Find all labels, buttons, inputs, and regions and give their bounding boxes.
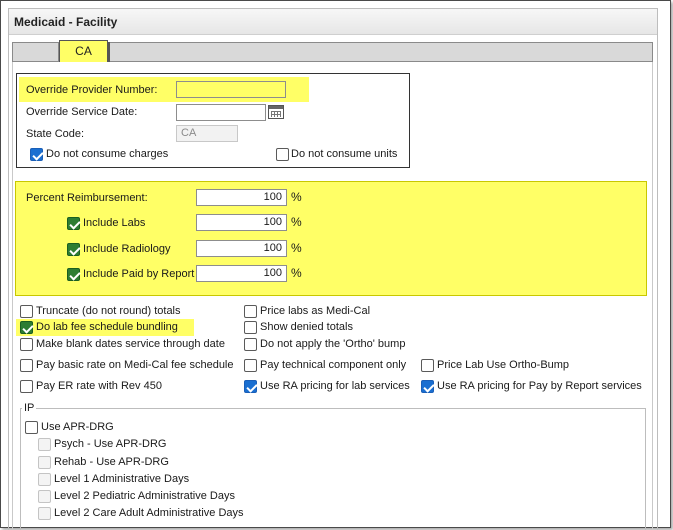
include-labs-label: Include Labs bbox=[83, 217, 146, 229]
show-denied-label: Show denied totals bbox=[260, 321, 353, 333]
consume-units-checkbox[interactable] bbox=[276, 148, 289, 161]
rehab-checkbox[interactable] bbox=[38, 456, 51, 469]
ra-lab-checkbox[interactable] bbox=[244, 380, 257, 393]
psych-checkbox[interactable] bbox=[38, 438, 51, 451]
price-labs-checkbox[interactable] bbox=[244, 305, 257, 318]
consume-charges-label: Do not consume charges bbox=[46, 148, 169, 160]
lab-bundling-checkbox[interactable] bbox=[20, 321, 33, 334]
show-denied-checkbox[interactable] bbox=[244, 321, 257, 334]
include-radiology-label: Include Radiology bbox=[83, 243, 171, 255]
level1-label: Level 1 Administrative Days bbox=[54, 473, 190, 485]
service-date-label: Override Service Date: bbox=[26, 106, 138, 118]
level2-ped-checkbox[interactable] bbox=[38, 490, 51, 503]
tab-strip-filler bbox=[108, 42, 653, 62]
include-paid-by-report-input[interactable]: 100 bbox=[196, 265, 287, 282]
price-labs-label: Price labs as Medi-Cal bbox=[260, 305, 371, 317]
level2-adult-label: Level 2 Care Adult Administrative Days bbox=[54, 507, 244, 519]
tab-ca[interactable]: CA bbox=[59, 40, 108, 62]
ortho-bump-checkbox[interactable] bbox=[244, 338, 257, 351]
basic-rate-label: Pay basic rate on Medi-Cal fee schedule bbox=[36, 359, 234, 371]
level1-checkbox[interactable] bbox=[38, 473, 51, 486]
ra-report-label: Use RA pricing for Pay by Report service… bbox=[437, 380, 642, 392]
ra-lab-label: Use RA pricing for lab services bbox=[260, 380, 410, 392]
lab-bundling-label: Do lab fee schedule bundling bbox=[36, 321, 178, 333]
include-labs-checkbox[interactable] bbox=[67, 217, 80, 230]
price-lab-ortho-label: Price Lab Use Ortho-Bump bbox=[437, 359, 570, 371]
page-title: Medicaid - Facility bbox=[14, 15, 118, 29]
consume-charges-checkbox[interactable] bbox=[30, 148, 43, 161]
ra-report-checkbox[interactable] bbox=[421, 380, 434, 393]
labs-unit: % bbox=[291, 215, 302, 229]
paid-by-report-unit: % bbox=[291, 266, 302, 280]
er-rate-label: Pay ER rate with Rev 450 bbox=[36, 380, 162, 392]
include-radiology-checkbox[interactable] bbox=[67, 243, 80, 256]
include-radiology-input[interactable]: 100 bbox=[196, 240, 287, 257]
rehab-label: Rehab - Use APR-DRG bbox=[54, 456, 169, 468]
tab-blank[interactable] bbox=[12, 42, 59, 62]
psych-label: Psych - Use APR-DRG bbox=[54, 438, 167, 450]
consume-units-label: Do not consume units bbox=[291, 148, 398, 160]
service-date-input[interactable] bbox=[176, 104, 266, 121]
blank-dates-checkbox[interactable] bbox=[20, 338, 33, 351]
radiology-unit: % bbox=[291, 241, 302, 255]
provider-number-input[interactable] bbox=[176, 81, 286, 98]
apr-drg-checkbox[interactable] bbox=[25, 421, 38, 434]
technical-checkbox[interactable] bbox=[244, 359, 257, 372]
er-rate-checkbox[interactable] bbox=[20, 380, 33, 393]
include-labs-input[interactable]: 100 bbox=[196, 214, 287, 231]
blank-dates-label: Make blank dates service through date bbox=[36, 338, 225, 350]
technical-label: Pay technical component only bbox=[260, 359, 407, 371]
percent-reimbursement-input[interactable]: 100 bbox=[196, 189, 287, 206]
basic-rate-checkbox[interactable] bbox=[20, 359, 33, 372]
state-code-label: State Code: bbox=[26, 128, 85, 140]
level2-adult-checkbox[interactable] bbox=[38, 507, 51, 520]
include-paid-by-report-checkbox[interactable] bbox=[67, 268, 80, 281]
percent-reimbursement-label: Percent Reimbursement: bbox=[26, 192, 148, 204]
price-lab-ortho-checkbox[interactable] bbox=[421, 359, 434, 372]
apr-drg-label: Use APR-DRG bbox=[41, 421, 114, 433]
include-paid-by-report-label: Include Paid by Report bbox=[83, 268, 195, 280]
truncate-checkbox[interactable] bbox=[20, 305, 33, 318]
truncate-label: Truncate (do not round) totals bbox=[36, 305, 181, 317]
state-code-input[interactable]: CA bbox=[176, 125, 238, 142]
level2-ped-label: Level 2 Pediatric Administrative Days bbox=[54, 490, 235, 502]
provider-number-label: Override Provider Number: bbox=[26, 84, 158, 96]
percent-unit: % bbox=[291, 190, 302, 204]
ortho-bump-label: Do not apply the 'Ortho' bump bbox=[260, 338, 406, 350]
calendar-icon[interactable] bbox=[268, 105, 284, 119]
ip-legend: IP bbox=[22, 402, 37, 414]
